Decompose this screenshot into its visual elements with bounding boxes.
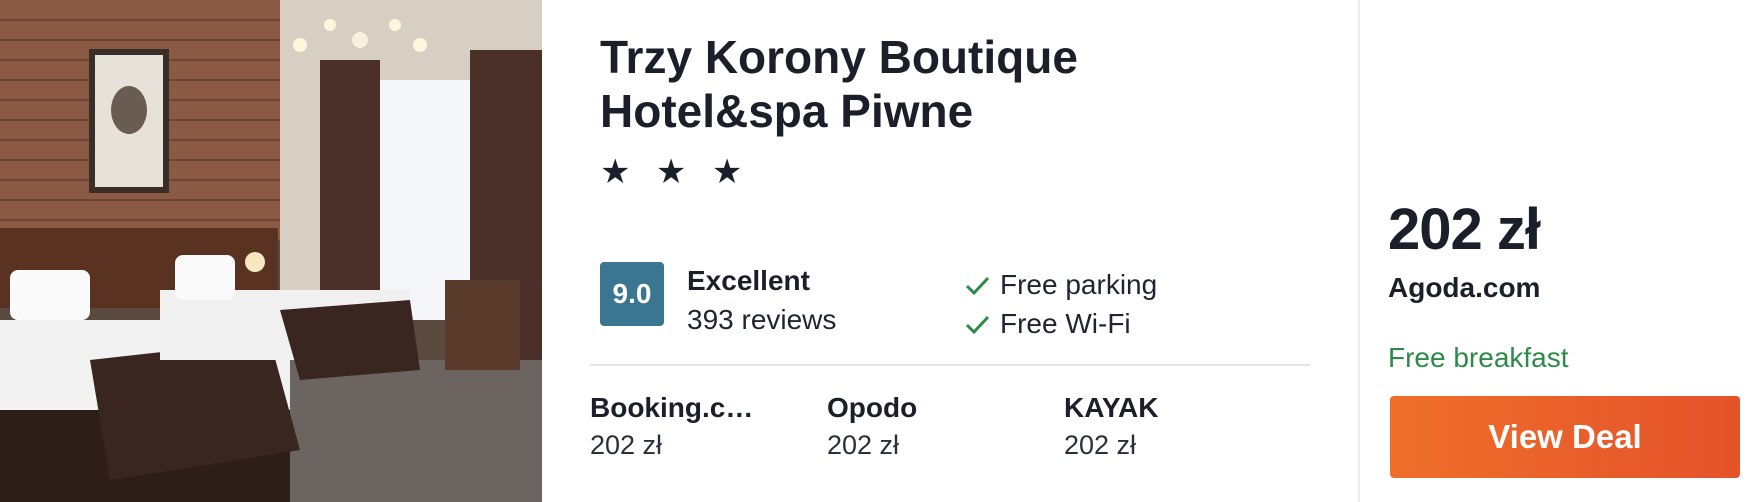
provider-name: KAYAK: [1064, 392, 1159, 423]
provider-offer-opodo[interactable]: Opodo 202 zł: [827, 390, 1017, 464]
deal-perk: Free breakfast: [1388, 342, 1569, 373]
amenity-item: Free parking: [962, 265, 1157, 304]
view-deal-button[interactable]: View Deal: [1390, 396, 1740, 478]
column-divider: [1358, 0, 1360, 502]
provider-name: Booking.c…: [590, 392, 754, 423]
rating-label: Excellent: [687, 265, 810, 296]
amenity-label: Free parking: [1000, 268, 1158, 300]
hotel-name[interactable]: Trzy Korony Boutique Hotel&spa Piwne: [600, 30, 1220, 138]
deal-price: 202 zł: [1388, 197, 1541, 262]
amenity-label: Free Wi-Fi: [1000, 307, 1131, 339]
hotel-result-card[interactable]: Trzy Korony Boutique Hotel&spa Piwne ★ ★…: [0, 0, 1756, 502]
check-icon: [965, 276, 990, 295]
section-divider: [590, 364, 1310, 366]
provider-offer-booking[interactable]: Booking.c… 202 zł: [590, 390, 780, 464]
provider-offer-kayak[interactable]: KAYAK 202 zł: [1064, 390, 1254, 464]
amenities-list: Free parking Free Wi-Fi: [962, 265, 1157, 343]
provider-price: 202 zł: [1064, 430, 1137, 460]
reviews-count[interactable]: 393 reviews: [687, 303, 836, 337]
hotel-star-rating: ★ ★ ★: [600, 153, 751, 191]
provider-price: 202 zł: [827, 430, 900, 460]
provider-name: Opodo: [827, 392, 918, 423]
rating-score-badge: 9.0: [600, 262, 664, 326]
hotel-photo[interactable]: [0, 0, 542, 502]
provider-price: 202 zł: [590, 430, 663, 460]
check-icon: [965, 315, 990, 334]
deal-site-name: Agoda.com: [1388, 272, 1541, 303]
amenity-item: Free Wi-Fi: [962, 304, 1157, 343]
